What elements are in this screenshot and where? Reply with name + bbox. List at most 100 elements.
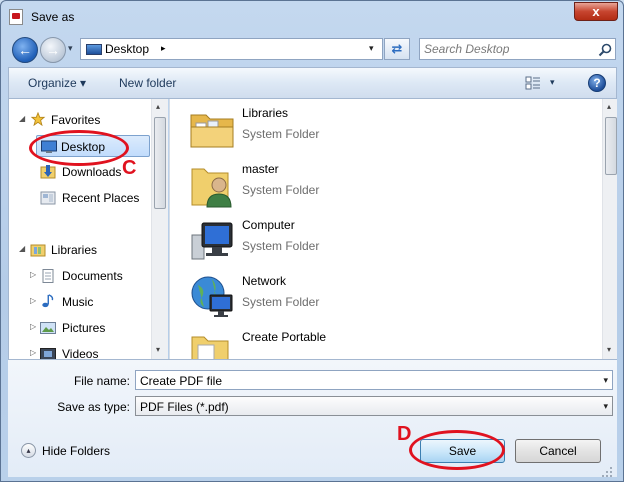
resize-grip-icon[interactable] xyxy=(601,466,613,478)
file-item-libraries[interactable]: Libraries System Folder xyxy=(188,103,588,159)
nav-item-music[interactable]: ▷ Music xyxy=(9,291,155,313)
nav-item-recent-places[interactable]: Recent Places xyxy=(9,187,155,209)
annotation-letter-c: C xyxy=(122,157,137,179)
nav-label: Libraries xyxy=(51,243,98,257)
expand-arrow-icon[interactable]: ▷ xyxy=(30,322,36,331)
refresh-button[interactable]: ⇄ xyxy=(384,38,410,60)
user-folder-icon xyxy=(191,168,232,208)
cancel-button[interactable]: Cancel xyxy=(515,439,601,463)
save-type-dropdown-icon[interactable]: ▾ xyxy=(603,401,608,412)
save-button[interactable]: Save xyxy=(420,439,505,463)
command-toolbar: Organize ▾ New folder ▾ ? xyxy=(8,67,617,99)
libraries-folder-icon xyxy=(30,244,46,257)
nav-item-desktop[interactable]: Desktop xyxy=(36,135,150,157)
file-list-scrollbar[interactable]: ▴ ▾ xyxy=(602,99,617,359)
file-item-computer[interactable]: Computer System Folder xyxy=(188,215,588,271)
pictures-icon xyxy=(40,322,56,334)
file-name-dropdown-icon[interactable]: ▾ xyxy=(603,375,608,386)
expand-arrow-icon[interactable]: ▷ xyxy=(30,270,36,279)
forward-button[interactable]: → xyxy=(40,37,66,63)
title-bar: Save as x xyxy=(1,1,623,33)
nav-favorites[interactable]: ◢ Favorites xyxy=(9,109,155,131)
file-item-master[interactable]: master System Folder xyxy=(188,159,588,215)
hide-folders-label: Hide Folders xyxy=(42,444,111,458)
organize-button[interactable]: Organize ▾ xyxy=(28,76,86,90)
desktop-icon xyxy=(86,44,102,55)
nav-label: Desktop xyxy=(61,140,106,154)
close-button[interactable]: x xyxy=(574,2,618,21)
address-bar[interactable]: Desktop ▸ ▾ xyxy=(80,38,383,60)
file-type: System Folder xyxy=(242,183,320,197)
recent-places-icon xyxy=(40,191,56,205)
network-icon xyxy=(191,276,233,317)
nav-label: Recent Places xyxy=(62,191,140,205)
nav-item-videos[interactable]: ▷ Videos xyxy=(9,343,155,359)
file-type: System Folder xyxy=(242,127,320,141)
search-box[interactable] xyxy=(419,38,616,60)
file-item-create-portable[interactable]: Create Portable xyxy=(188,327,588,359)
address-location[interactable]: Desktop xyxy=(105,42,149,56)
star-icon xyxy=(30,112,46,126)
file-name: Libraries xyxy=(242,106,289,120)
nav-label: Music xyxy=(62,295,94,309)
file-type: System Folder xyxy=(242,239,320,253)
libraries-folder-icon xyxy=(190,114,234,148)
downloads-folder-icon xyxy=(40,165,56,179)
desktop-icon xyxy=(41,140,57,153)
computer-icon xyxy=(191,222,233,260)
window-title: Save as xyxy=(31,10,75,24)
pdf-document-icon xyxy=(9,9,23,25)
scroll-up-icon[interactable]: ▴ xyxy=(607,102,611,111)
address-dropdown-icon[interactable]: ▾ xyxy=(369,43,374,54)
file-list: Libraries System Folder master System Fo… xyxy=(169,99,617,359)
navigation-pane: ◢ Favorites Desktop Downloads Recent Pla… xyxy=(8,99,168,359)
music-note-icon xyxy=(42,294,54,308)
folder-icon xyxy=(191,336,229,359)
scroll-thumb[interactable] xyxy=(605,117,617,175)
expand-arrow-icon[interactable]: ▷ xyxy=(30,296,36,305)
scroll-down-icon[interactable]: ▾ xyxy=(607,345,611,354)
file-type: System Folder xyxy=(242,295,320,309)
view-options-icon[interactable] xyxy=(525,76,541,90)
chevron-up-icon: ▴ xyxy=(21,443,36,458)
expand-arrow-icon[interactable]: ◢ xyxy=(19,244,25,253)
annotation-letter-d: D xyxy=(397,423,412,445)
file-item-network[interactable]: Network System Folder xyxy=(188,271,588,327)
recent-pages-dropdown[interactable]: ▾ xyxy=(68,43,73,54)
view-dropdown-icon[interactable]: ▾ xyxy=(550,77,555,88)
documents-icon xyxy=(42,269,54,283)
save-type-label: Save as type: xyxy=(57,400,130,414)
file-name: master xyxy=(242,162,279,176)
search-input[interactable] xyxy=(424,41,594,57)
file-name-input[interactable]: Create PDF file ▾ xyxy=(135,370,613,390)
nav-item-documents[interactable]: ▷ Documents xyxy=(9,265,155,287)
save-type-select[interactable]: PDF Files (*.pdf) ▾ xyxy=(135,396,613,416)
expand-arrow-icon[interactable]: ▷ xyxy=(30,348,36,357)
nav-libraries[interactable]: ◢ Libraries xyxy=(9,239,155,261)
file-name: Network xyxy=(242,274,287,288)
expand-arrow-icon[interactable]: ◢ xyxy=(19,114,25,123)
nav-label: Pictures xyxy=(62,321,106,335)
save-type-value[interactable]: PDF Files (*.pdf) xyxy=(140,400,229,414)
nav-label: Favorites xyxy=(51,113,101,127)
file-name-value[interactable]: Create PDF file xyxy=(140,374,222,388)
new-folder-button[interactable]: New folder xyxy=(119,76,176,90)
nav-label: Videos xyxy=(62,347,99,359)
search-icon[interactable] xyxy=(598,43,612,57)
help-icon[interactable]: ? xyxy=(588,74,606,92)
nav-pane-scrollbar[interactable]: ▴ ▾ xyxy=(151,99,168,359)
back-button[interactable]: ← xyxy=(12,37,38,63)
nav-item-pictures[interactable]: ▷ Pictures xyxy=(9,317,155,339)
breadcrumb-chevron-icon[interactable]: ▸ xyxy=(161,43,166,54)
file-name-label: File name: xyxy=(73,374,130,388)
scroll-down-icon[interactable]: ▾ xyxy=(156,345,160,354)
file-name: Computer xyxy=(242,218,295,232)
save-as-dialog: Save as x ← → ▾ Desktop ▸ ▾ ⇄ Organize ▾… xyxy=(0,0,624,482)
scroll-up-icon[interactable]: ▴ xyxy=(156,102,160,111)
scroll-thumb[interactable] xyxy=(154,117,166,209)
nav-label: Documents xyxy=(62,269,123,283)
videos-icon xyxy=(40,348,56,359)
nav-label: Downloads xyxy=(62,165,122,179)
save-form-panel: File name: Create PDF file ▾ Save as typ… xyxy=(8,359,617,477)
file-name: Create Portable xyxy=(242,330,327,344)
